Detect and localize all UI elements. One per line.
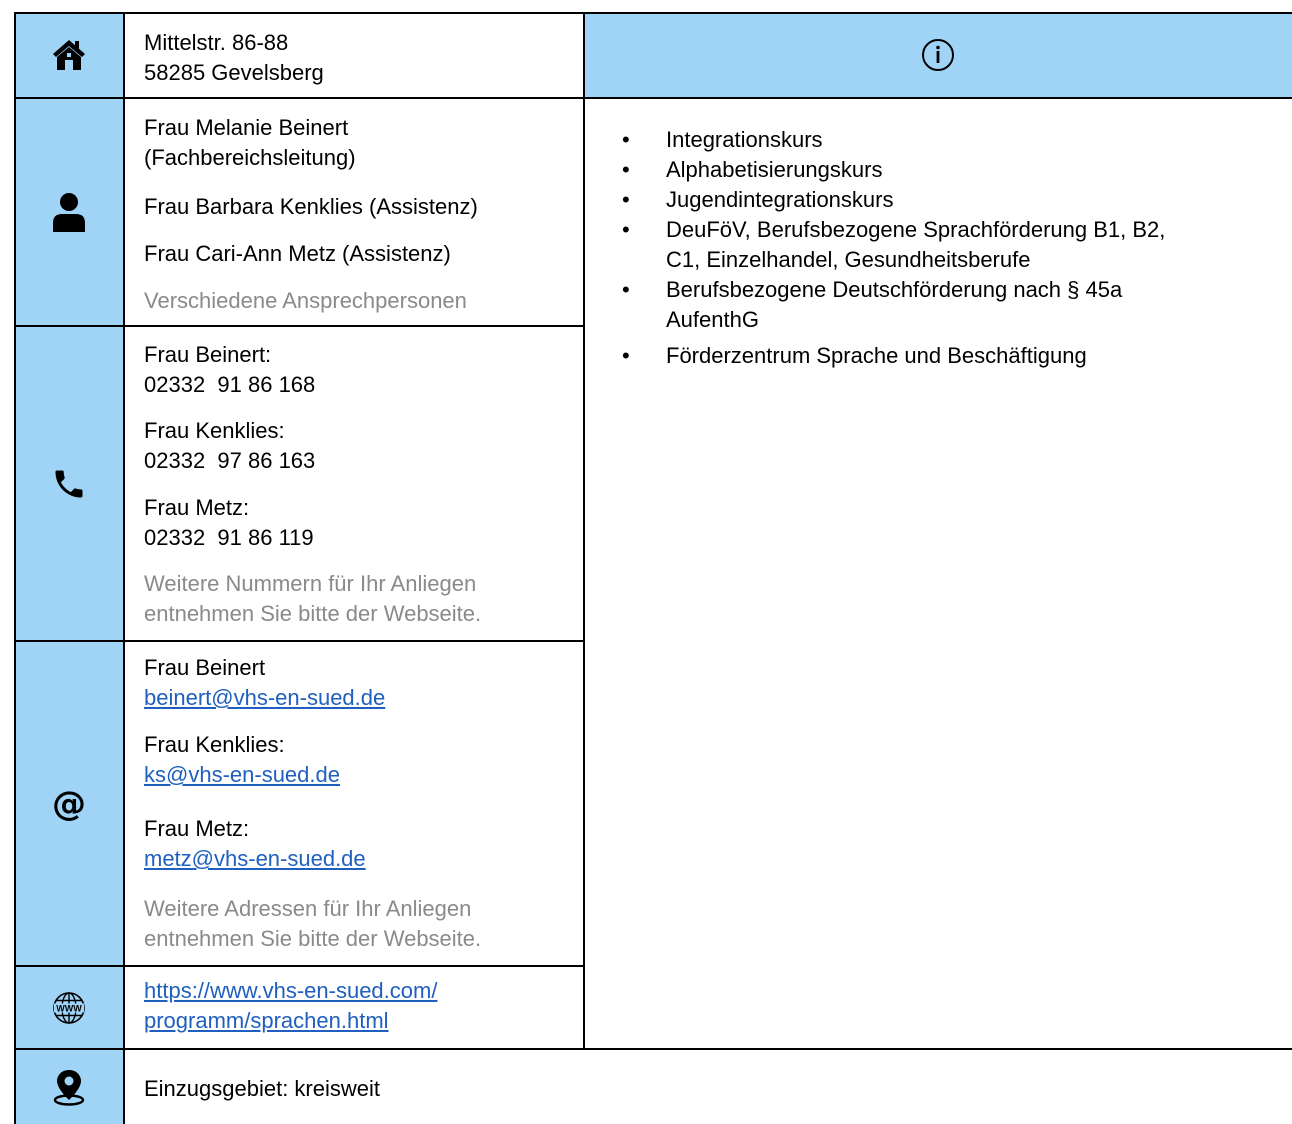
- service-item: Berufsbezogene Deutschförderung nach § 4…: [618, 275, 1165, 335]
- phones-note-line-2: entnehmen Sie bitte der Webseite.: [144, 601, 482, 626]
- contact-person-2: Frau Barbara Kenklies (Assistenz): [144, 194, 478, 219]
- website-link-line-1[interactable]: https://www.vhs-en-sued.com/: [144, 976, 437, 1006]
- phone-2-number: 02332 97 86 163: [144, 448, 316, 473]
- location-pin-icon: [14, 1050, 124, 1124]
- address-city: 58285 Gevelsberg: [144, 60, 324, 85]
- www-globe-icon: WWW: [14, 966, 124, 1050]
- contacts-note: Verschiedene Ansprechpersonen: [144, 288, 467, 313]
- emails-note-line-1: Weitere Adressen für Ihr Anliegen: [144, 896, 472, 921]
- phone-3-number: 02332 91 86 119: [144, 525, 314, 550]
- catchment-area: Einzugsgebiet: kreisweit: [144, 1076, 381, 1101]
- service-item: Jugendintegrationskurs: [618, 185, 1165, 215]
- service-item: DeuFöV, Berufsbezogene Sprachförderung B…: [618, 215, 1165, 275]
- person-icon: [14, 98, 124, 326]
- contact-person-1-name: Frau Melanie Beinert: [144, 115, 349, 140]
- at-icon: @: [52, 783, 86, 824]
- service-item: Integrationskurs: [618, 125, 1165, 155]
- email-3-name: Frau Metz:: [144, 816, 250, 841]
- svg-text:WWW: WWW: [56, 1004, 82, 1014]
- email-1-link[interactable]: beinert@vhs-en-sued.de: [144, 683, 385, 713]
- address-street: Mittelstr. 86-88: [144, 30, 289, 55]
- services-list: Integrationskurs Alphabetisierungskurs J…: [618, 125, 1165, 371]
- phone-1-number: 02332 91 86 168: [144, 372, 316, 397]
- service-item: Förderzentrum Sprache und Beschäftigung: [618, 341, 1165, 371]
- phones-note-line-1: Weitere Nummern für Ihr Anliegen: [144, 571, 477, 596]
- website-link-line-2[interactable]: programm/sprachen.html: [144, 1006, 389, 1036]
- home-icon: [14, 12, 124, 98]
- service-item: Alphabetisierungskurs: [618, 155, 1165, 185]
- info-table: Mittelstr. 86-88 58285 Gevelsberg Frau M…: [14, 12, 1292, 1124]
- phone-1-name: Frau Beinert:: [144, 342, 272, 367]
- contact-person-1-role: (Fachbereichsleitung): [144, 145, 356, 170]
- email-2-link[interactable]: ks@vhs-en-sued.de: [144, 760, 340, 790]
- emails-note-line-2: entnehmen Sie bitte der Webseite.: [144, 926, 482, 951]
- email-3-link[interactable]: metz@vhs-en-sued.de: [144, 844, 366, 874]
- email-2-name: Frau Kenklies:: [144, 732, 285, 757]
- phone-3-name: Frau Metz:: [144, 495, 250, 520]
- phone-icon: [14, 326, 124, 641]
- phone-2-name: Frau Kenklies:: [144, 418, 285, 443]
- info-icon: [584, 12, 1292, 98]
- contact-person-3: Frau Cari-Ann Metz (Assistenz): [144, 241, 451, 266]
- email-1-name: Frau Beinert: [144, 655, 266, 680]
